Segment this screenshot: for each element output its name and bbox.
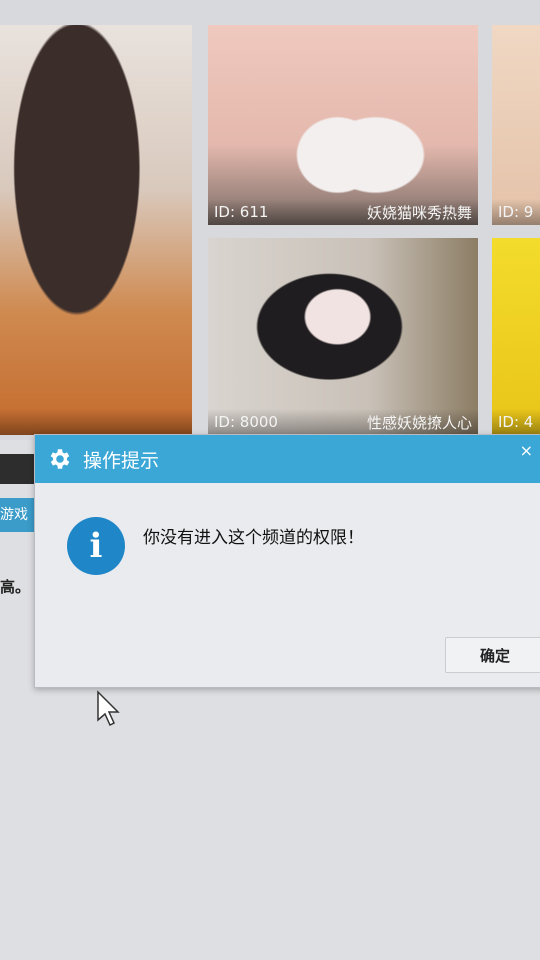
thumbnail-id: ID: 611	[214, 203, 269, 221]
thumbnail-caption: ID: 9	[492, 199, 540, 225]
gear-icon	[50, 449, 70, 469]
sidebar-text-fragment: 高。	[0, 578, 31, 596]
thumbnail-tile[interactable]: ID: 4	[492, 238, 540, 435]
ok-button[interactable]: 确定	[445, 637, 540, 673]
sidebar-thumbnail	[0, 454, 36, 484]
thumbnail-tile[interactable]: ID: 9	[492, 25, 540, 225]
thumbnail-caption: ID: 8000 性感妖娆撩人心	[208, 409, 478, 435]
thumbnail-caption: ID: 611 妖娆猫咪秀热舞	[208, 199, 478, 225]
alert-dialog: 操作提示 × i 你没有进入这个频道的权限！ 确定	[34, 434, 540, 688]
sidebar-tab[interactable]: 游戏	[0, 498, 36, 532]
video-thumbnail-grid: ID: 611 妖娆猫咪秀热舞 ID: 8000 性感妖娆撩人心 ID: 9 I…	[0, 0, 540, 440]
background-sidebar: 游戏 高。	[0, 440, 38, 640]
thumbnail-tile[interactable]: ID: 8000 性感妖娆撩人心	[208, 238, 478, 435]
thumbnail-tile[interactable]	[0, 25, 192, 435]
dialog-message: 你没有进入这个频道的权限！	[143, 528, 364, 548]
thumbnail-id: ID: 8000	[214, 413, 278, 431]
info-icon: i	[67, 517, 125, 575]
thumbnail-id: ID: 4	[498, 413, 534, 431]
mouse-cursor-icon	[97, 690, 120, 727]
close-icon[interactable]: ×	[520, 441, 533, 460]
dialog-title: 操作提示	[83, 449, 160, 472]
dialog-header[interactable]: 操作提示 ×	[35, 435, 540, 483]
thumbnail-caption: ID: 4	[492, 409, 540, 435]
thumbnail-id: ID: 9	[498, 203, 534, 221]
sidebar-tab-label: 游戏	[0, 507, 28, 523]
thumbnail-title: 妖娆猫咪秀热舞	[366, 203, 472, 222]
dialog-body: i 你没有进入这个频道的权限！ 确定	[35, 483, 540, 687]
thumbnail-tile[interactable]: ID: 611 妖娆猫咪秀热舞	[208, 25, 478, 225]
thumbnail-caption	[0, 409, 192, 435]
thumbnail-title: 性感妖娆撩人心	[366, 413, 472, 432]
